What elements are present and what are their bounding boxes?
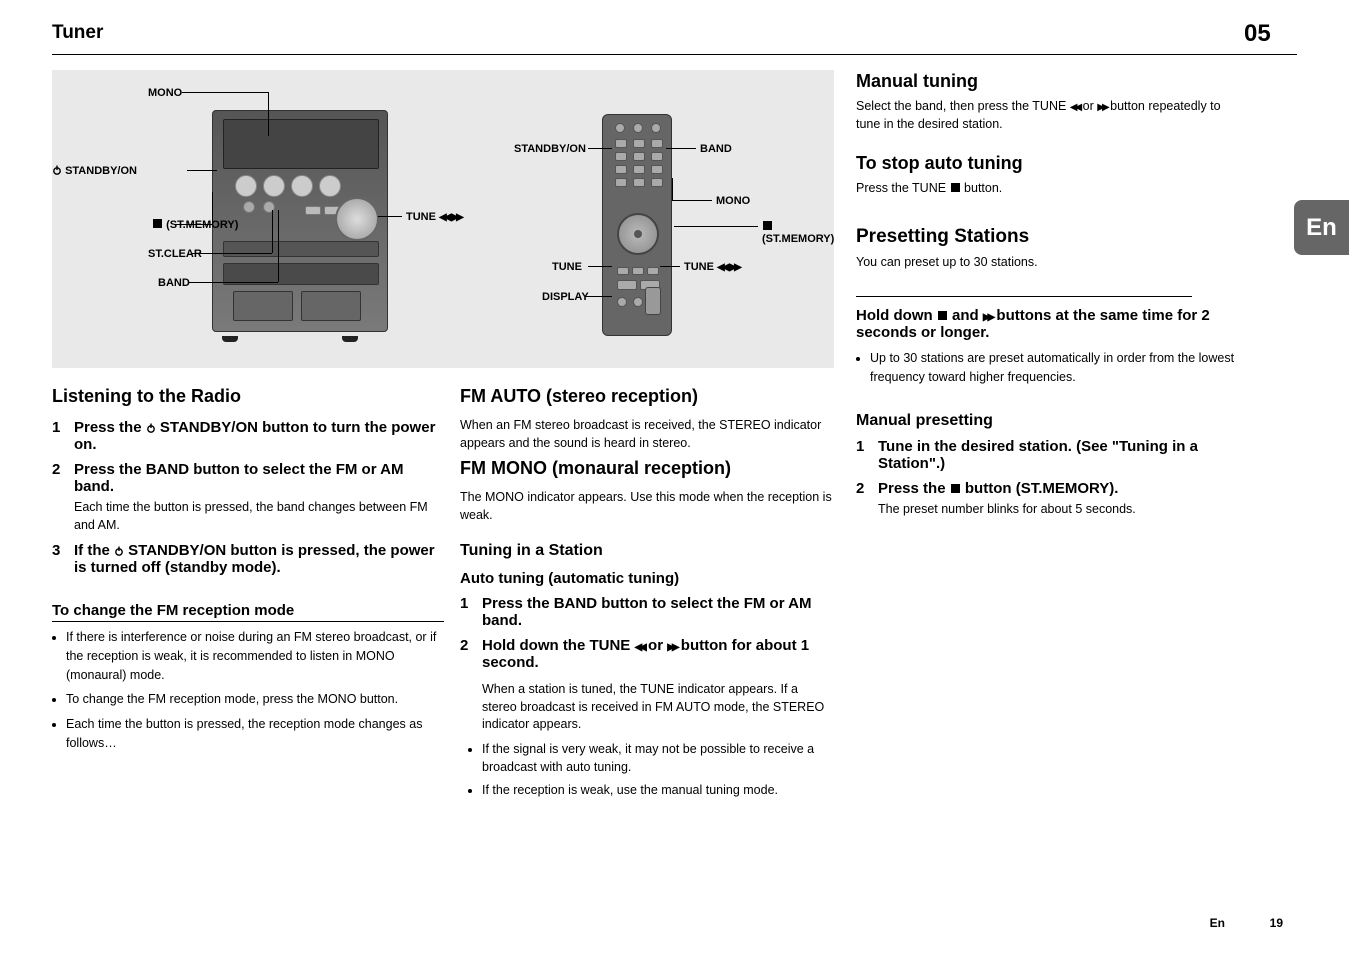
label-standby: STANDBY/ON xyxy=(52,165,137,177)
label-tune: TUNE xyxy=(406,211,461,223)
note-list: If there is interference or noise during… xyxy=(52,628,444,753)
label-stclear: ST.CLEAR xyxy=(148,248,202,260)
remote-label-display: DISPLAY xyxy=(542,291,589,303)
note-header: To change the FM reception mode xyxy=(52,602,444,622)
mode-fm-mono: FM MONO (monaural reception) xyxy=(460,458,835,479)
auto-tuning-header: Auto tuning (automatic tuning) xyxy=(460,570,835,587)
tune-explain: When a station is tuned, the TUNE indica… xyxy=(482,681,835,734)
remote-label-tune: TUNE xyxy=(684,261,739,273)
left-column: Listening to the Radio 1 Press the STAND… xyxy=(52,386,444,759)
stop-autotune-header: To stop auto tuning xyxy=(856,152,1248,175)
stop-autotune-text: Press the TUNE button. xyxy=(856,179,1248,198)
step: 2 Press the BAND button to select the FM… xyxy=(52,461,444,534)
label-mono: MONO xyxy=(148,87,182,99)
figure-area: MONO STANDBY/ON (ST.MEMORY) ST.CLEAR BAN… xyxy=(52,70,834,368)
middle-column: FM AUTO (stereo reception) When an FM st… xyxy=(460,386,835,804)
step: 3 If the STANDBY/ON button is pressed, t… xyxy=(52,542,444,576)
mode-fm-auto: FM AUTO (stereo reception) xyxy=(460,386,835,407)
step: 2 Press the button (ST.MEMORY).The prese… xyxy=(856,480,1248,519)
section-tuning: Tuning in a Station xyxy=(460,542,835,560)
label-stop: (ST.MEMORY) xyxy=(152,219,238,231)
tuning-bullets: If the signal is very weak, it may not b… xyxy=(482,740,835,800)
manual-page: Tuner 05 En MONO STANDBY/ON (ST. xyxy=(0,0,1349,954)
remote-label-standby: STANDBY/ON xyxy=(514,143,586,155)
footer-lang: En xyxy=(1210,916,1225,930)
chapter-title: Tuner xyxy=(52,22,103,44)
auto-preset-header: Hold down and buttons at the same time f… xyxy=(856,307,1248,341)
chapter-number: 05 xyxy=(1244,20,1271,48)
preset-header: Presetting Stations xyxy=(856,225,1248,249)
manual-preset-header: Manual presetting xyxy=(856,412,1248,430)
preset-sub: You can preset up to 30 stations. xyxy=(856,253,1248,272)
step: 1 Press the BAND button to select the FM… xyxy=(460,595,835,629)
remote-label-tune-left: TUNE xyxy=(552,261,582,273)
step: 2 Hold down the TUNE or button for about… xyxy=(460,637,835,671)
manual-tuning-header: Manual tuning xyxy=(856,70,1248,93)
auto-preset-bullet: Up to 30 stations are preset automatical… xyxy=(856,349,1248,387)
right-column: Manual tuning Select the band, then pres… xyxy=(856,70,1248,527)
remote-illustration xyxy=(602,114,672,336)
section-listening: Listening to the Radio xyxy=(52,386,444,407)
remote-label-band: BAND xyxy=(700,143,732,155)
label-band: BAND xyxy=(158,277,190,289)
page-number: 19 xyxy=(1270,916,1283,930)
top-rule xyxy=(52,54,1297,55)
remote-label-stop: (ST.MEMORY) xyxy=(762,221,834,245)
step: 1 Tune in the desired station. (See "Tun… xyxy=(856,438,1248,472)
remote-label-mono: MONO xyxy=(716,195,750,207)
language-tab: En xyxy=(1294,200,1349,255)
rule xyxy=(856,296,1192,297)
step: 1 Press the STANDBY/ON button to turn th… xyxy=(52,419,444,453)
manual-tuning-text: Select the band, then press the TUNE or … xyxy=(856,97,1248,135)
